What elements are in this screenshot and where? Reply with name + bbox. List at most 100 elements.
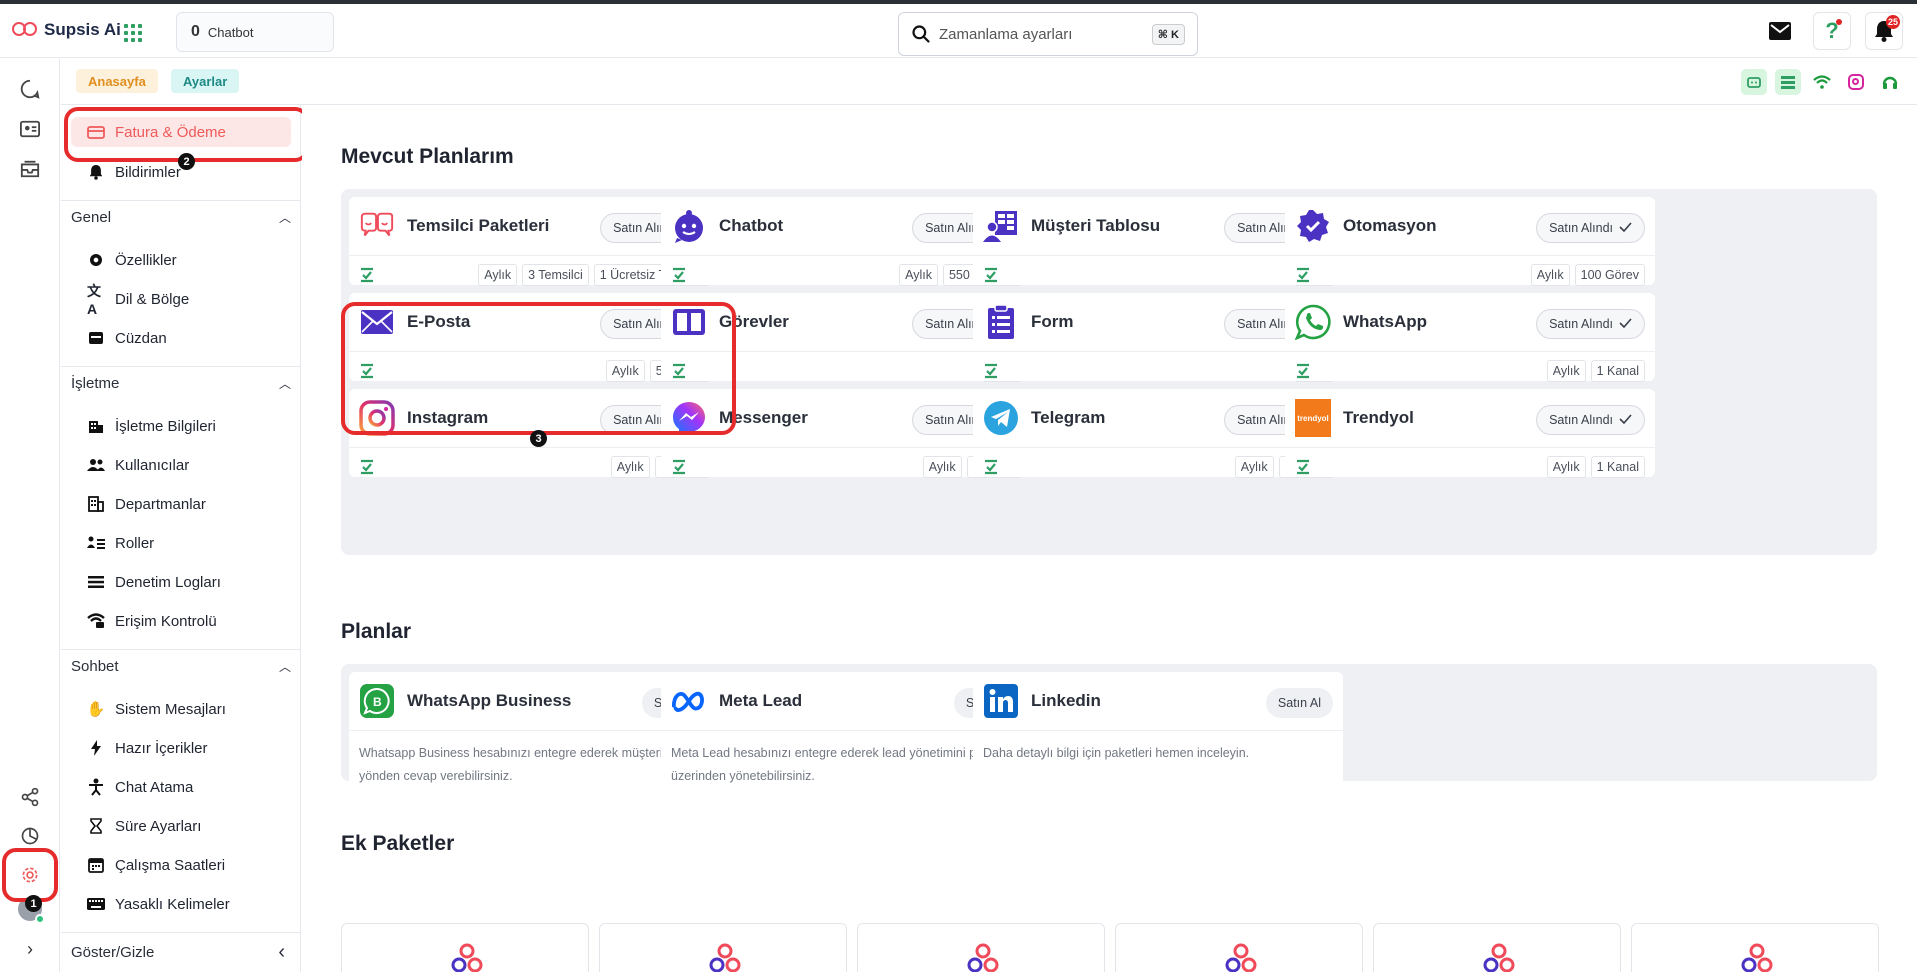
plan-tag: Aylık (1530, 264, 1570, 286)
share-icon (21, 787, 39, 807)
sidebar-item-working-hours[interactable]: Çalışma Saatleri (71, 850, 291, 880)
sidebar-item-label: Bildirimler (115, 163, 181, 181)
sidebar-item-departments[interactable]: Departmanlar (71, 489, 291, 519)
extra-package-card[interactable] (341, 923, 589, 972)
sidebar-item-roles[interactable]: Roller (71, 528, 291, 558)
purchased-label: Satın Alındı (1549, 413, 1613, 427)
toggle-sidebar-button[interactable]: Göster/Gizle ‹ (71, 939, 291, 965)
plan-tag: 1 Kanal (1590, 456, 1645, 478)
section-title: Sohbet (71, 657, 119, 675)
breadcrumb-settings[interactable]: Ayarlar (171, 69, 240, 93)
list-icon (87, 573, 105, 591)
help-button[interactable]: ? (1813, 12, 1851, 50)
sidebar-item-users[interactable]: Kullanıcılar (71, 450, 291, 480)
purchased-button[interactable]: Satın Alındı (1536, 309, 1645, 339)
package-icon (1225, 943, 1257, 972)
active-status-icon (985, 459, 997, 475)
sidebar-item-label: Erişim Kontrolü (115, 612, 217, 630)
customer-table-icon (983, 208, 1019, 244)
share-rail-button[interactable] (18, 785, 42, 809)
active-status-icon (1297, 267, 1309, 283)
active-status-icon (673, 459, 685, 475)
search-placeholder: Zamanlama ayarları (939, 25, 1073, 43)
active-status-icon (361, 267, 373, 283)
annotation-number-1: 1 (25, 895, 42, 912)
mail-button[interactable] (1761, 12, 1799, 50)
sidebar-item-system-messages[interactable]: ✋ Sistem Mesajları (71, 694, 291, 724)
sidebar-item-timeout-settings[interactable]: Süre Ayarları (71, 811, 291, 841)
buy-button[interactable]: Satın Al (1265, 688, 1333, 718)
breadcrumb-home[interactable]: Anasayfa (76, 69, 158, 93)
section-general[interactable]: Genel ︿ (71, 204, 291, 230)
extra-package-card[interactable] (1115, 923, 1363, 972)
sidebar-item-audit-logs[interactable]: Denetim Logları (71, 567, 291, 597)
list-status-icon[interactable] (1775, 69, 1801, 95)
plan-name: Linkedin (1031, 691, 1101, 710)
chat-rail-button[interactable] (18, 77, 42, 101)
sidebar-item-label: Özellikler (115, 251, 177, 269)
section-chat[interactable]: Sohbet ︿ (71, 653, 291, 679)
plan-tag: 3 Temsilci (522, 264, 589, 286)
sidebar-item-business-info[interactable]: İşletme Bilgileri (71, 411, 291, 441)
search-input[interactable]: Zamanlama ayarları ⌘ K (898, 12, 1198, 56)
sidebar-item-wallet[interactable]: Cüzdan (71, 323, 291, 353)
check-icon (1619, 221, 1632, 235)
sidebar-item-label: Çalışma Saatleri (115, 856, 226, 874)
sidebar-item-label: Süre Ayarları (115, 817, 202, 835)
annotation-ring-1 (2, 848, 58, 902)
purchased-button[interactable]: Satın Alındı (1536, 405, 1645, 435)
wifi-status-icon[interactable] (1809, 69, 1835, 95)
plan-name: Temsilci Paketleri (407, 216, 550, 235)
contacts-rail-button[interactable] (18, 117, 42, 141)
divider (1285, 351, 1655, 352)
plan-tag: Aylık (478, 264, 518, 286)
section-business[interactable]: İşletme ︿ (71, 370, 291, 396)
sidebar-item-features[interactable]: Özellikler (71, 245, 291, 275)
plan-tags: Aylık1 Kanal (1546, 360, 1645, 382)
plan-name: WhatsApp Business (407, 691, 572, 710)
chevron-up-icon: ︿ (278, 376, 291, 391)
inbox-rail-button[interactable] (18, 157, 42, 181)
gear-icon (87, 251, 105, 269)
purchased-button[interactable]: Satın Alındı (1536, 213, 1645, 243)
divider (1285, 255, 1655, 256)
sidebar-item-label: Roller (115, 534, 155, 552)
keyboard-icon (87, 895, 105, 913)
form-icon (983, 304, 1019, 340)
extra-package-card[interactable] (857, 923, 1105, 972)
expand-rail-button[interactable]: › (18, 937, 42, 961)
sidebar-item-access-control[interactable]: Erişim Kontrolü (71, 606, 291, 636)
calendar-icon (87, 856, 105, 874)
extra-package-card[interactable] (1631, 923, 1879, 972)
package-icon (967, 943, 999, 972)
chatbot-selector[interactable]: 0 Chatbot (176, 12, 334, 52)
logo[interactable]: Supsis Ai (12, 20, 121, 40)
svg-text:B: B (373, 695, 382, 709)
plan-name: WhatsApp (1343, 312, 1428, 331)
toggle-label: Göster/Gizle (71, 943, 155, 961)
plan-card: Otomasyon Satın Alındı Aylık 100 Görev (1285, 197, 1655, 286)
apps-grid-icon[interactable] (124, 24, 142, 42)
telegram-icon (983, 400, 1019, 436)
sidebar-item-banned-words[interactable]: Yasaklı Kelimeler (71, 889, 291, 919)
sidebar-item-language[interactable]: 文A Dil & Bölge (71, 283, 291, 317)
building-icon (87, 417, 105, 435)
instagram-status-icon[interactable] (1843, 69, 1869, 95)
divider (973, 730, 1343, 731)
reports-rail-button[interactable] (18, 824, 42, 848)
plan-name: Telegram (1031, 408, 1106, 427)
sidebar-item-chat-assignment[interactable]: Chat Atama (71, 772, 291, 802)
extra-package-card[interactable] (599, 923, 847, 972)
sidebar-item-canned-responses[interactable]: Hazır İçerikler (71, 733, 291, 763)
bell-icon (87, 163, 105, 181)
plan-tags: Aylık1 Kanal (1546, 456, 1645, 478)
extra-package-card[interactable] (1373, 923, 1621, 972)
package-icon (1741, 943, 1773, 972)
bot-status-icon[interactable] (1741, 69, 1767, 95)
sidebar-item-label: Kullanıcılar (115, 456, 190, 474)
divider (1285, 447, 1655, 448)
headset-status-icon[interactable] (1877, 69, 1903, 95)
plan-tag: 1 Kanal (1590, 360, 1645, 382)
contact-card-icon (20, 120, 40, 138)
notifications-button[interactable]: 25 (1865, 12, 1903, 50)
